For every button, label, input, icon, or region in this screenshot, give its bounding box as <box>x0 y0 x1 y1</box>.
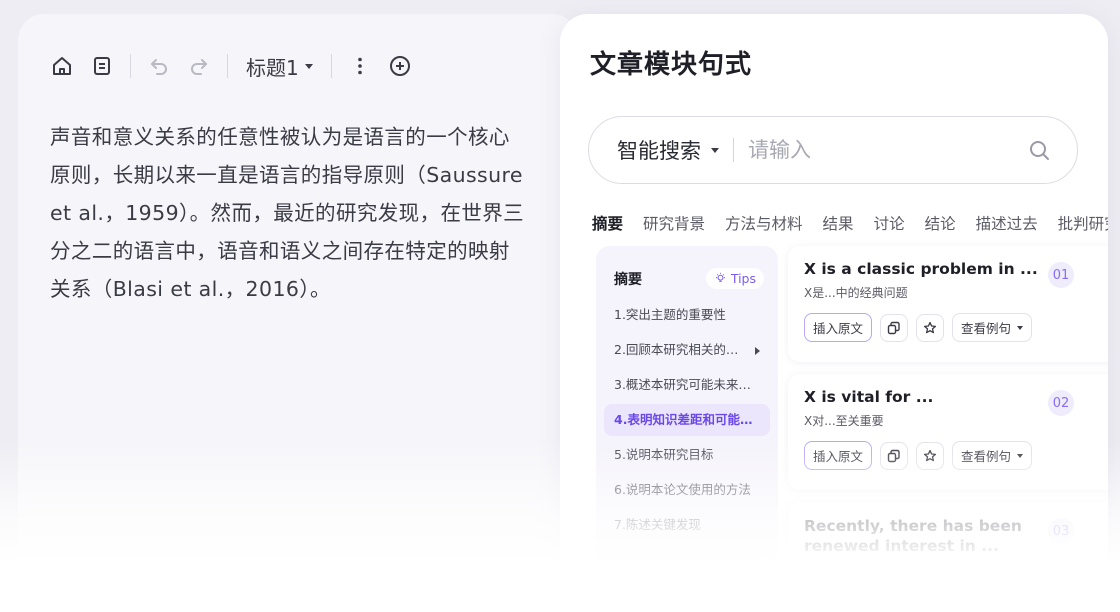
chevron-right-icon <box>755 347 760 355</box>
view-examples-label: 查看例句 <box>961 449 1012 464</box>
sentence-number-badge: 02 <box>1048 390 1074 416</box>
redo-icon[interactable] <box>185 52 213 80</box>
star-icon <box>923 321 937 333</box>
toolbar-divider <box>330 54 332 78</box>
search-mode-select[interactable]: 智能搜索 <box>617 135 719 165</box>
search-bar: 智能搜索 <box>588 116 1078 184</box>
tab-critique[interactable]: 批判研究 <box>1058 212 1108 240</box>
sentence-pattern-panel: 文章模块句式 智能搜索 摘要 研究背景 方法与材料 结果 讨论 结论 描述过去 … <box>560 14 1108 612</box>
card-actions: 插入原文 查看例句 <box>804 313 1108 342</box>
insert-original-button[interactable]: 插入原文 <box>804 441 873 470</box>
view-examples-button[interactable]: 查看例句 <box>952 313 1033 342</box>
sentence-number-badge: 01 <box>1048 262 1074 288</box>
tab-discussion[interactable]: 讨论 <box>874 212 905 240</box>
home-icon[interactable] <box>48 52 76 80</box>
chevron-down-icon <box>1017 325 1024 330</box>
outline-list: 摘要 Tips 1.突出主题的重要性 2.回顾本研究相关的… 3.概述本研究可能… <box>596 246 778 586</box>
outline-item-selected[interactable]: 4.表明知识差距和可能… <box>604 404 770 436</box>
tab-results[interactable]: 结果 <box>823 212 854 240</box>
add-circle-icon[interactable] <box>386 52 414 80</box>
toolbar-divider <box>227 54 228 78</box>
search-input[interactable] <box>748 138 1027 162</box>
sentence-card[interactable]: Recently, there has been renewed interes… <box>788 502 1108 612</box>
more-vertical-icon[interactable] <box>346 52 374 80</box>
copy-button[interactable] <box>880 313 909 342</box>
panel-title: 文章模块句式 <box>590 50 753 80</box>
search-divider <box>733 138 734 162</box>
copy-icon <box>887 321 900 334</box>
heading-style-label: 标题1 <box>246 55 299 80</box>
favorite-button[interactable] <box>916 313 945 342</box>
section-tabs: 摘要 研究背景 方法与材料 结果 讨论 结论 描述过去 批判研究 <box>592 212 1108 240</box>
tips-label: Tips <box>730 271 756 286</box>
outline-item[interactable]: 1.突出主题的重要性 <box>604 299 770 331</box>
editor-card: 标题1 声音和意义关系的任意性被认为是语言的一个核心原则，长期以来一直是语言的指… <box>18 14 578 612</box>
outline-item[interactable]: 2.回顾本研究相关的… <box>604 334 770 366</box>
undo-icon[interactable] <box>145 52 173 80</box>
lightbulb-icon <box>715 272 725 282</box>
search-icon[interactable] <box>1027 138 1051 162</box>
chevron-down-icon <box>1017 453 1024 458</box>
toolbar-divider <box>130 54 131 78</box>
outline-header: 摘要 Tips <box>604 268 770 289</box>
outline-title: 摘要 <box>614 271 642 288</box>
view-examples-label: 查看例句 <box>961 321 1012 336</box>
star-icon <box>923 449 937 461</box>
heading-style-select[interactable]: 标题1 <box>242 52 317 81</box>
sentence-number-badge: 03 <box>1048 518 1074 544</box>
insert-original-button[interactable]: 插入原文 <box>804 313 873 342</box>
editor-paragraph[interactable]: 声音和意义关系的任意性被认为是语言的一个核心原则，长期以来一直是语言的指导原则（… <box>50 118 530 308</box>
tab-methods[interactable]: 方法与材料 <box>725 212 803 240</box>
outline-item[interactable]: 7.陈述关键发现 <box>604 509 770 541</box>
tab-conclusion[interactable]: 结论 <box>925 212 956 240</box>
copy-icon <box>887 449 900 462</box>
tips-button[interactable]: Tips <box>705 268 764 289</box>
sentence-card[interactable]: X is a classic problem in ... X是...中的经典问… <box>788 246 1108 362</box>
outline-item[interactable]: 6.说明本论文使用的方法 <box>604 474 770 506</box>
card-actions: 插入原文 查看例句 <box>804 441 1108 470</box>
outline-item[interactable]: 3.概述本研究可能未来… <box>604 369 770 401</box>
sentence-english: Recently, there has been renewed interes… <box>804 517 1022 555</box>
sentence-card[interactable]: X is vital for ... X对...至关重要 02 插入原文 查看例… <box>788 374 1108 490</box>
copy-button[interactable] <box>880 441 909 470</box>
tab-abstract[interactable]: 摘要 <box>592 212 623 240</box>
tab-background[interactable]: 研究背景 <box>643 212 705 240</box>
favorite-button[interactable] <box>916 441 945 470</box>
tab-describe-past[interactable]: 描述过去 <box>976 212 1038 240</box>
outline-item-label: 2.回顾本研究相关的… <box>614 342 739 357</box>
editor-toolbar: 标题1 <box>48 50 414 82</box>
view-examples-button[interactable]: 查看例句 <box>952 441 1033 470</box>
document-icon[interactable] <box>88 52 116 80</box>
chevron-down-icon <box>304 63 313 69</box>
search-mode-label: 智能搜索 <box>617 139 701 163</box>
chevron-down-icon <box>711 147 719 153</box>
outline-item[interactable]: 5.说明本研究目标 <box>604 439 770 471</box>
